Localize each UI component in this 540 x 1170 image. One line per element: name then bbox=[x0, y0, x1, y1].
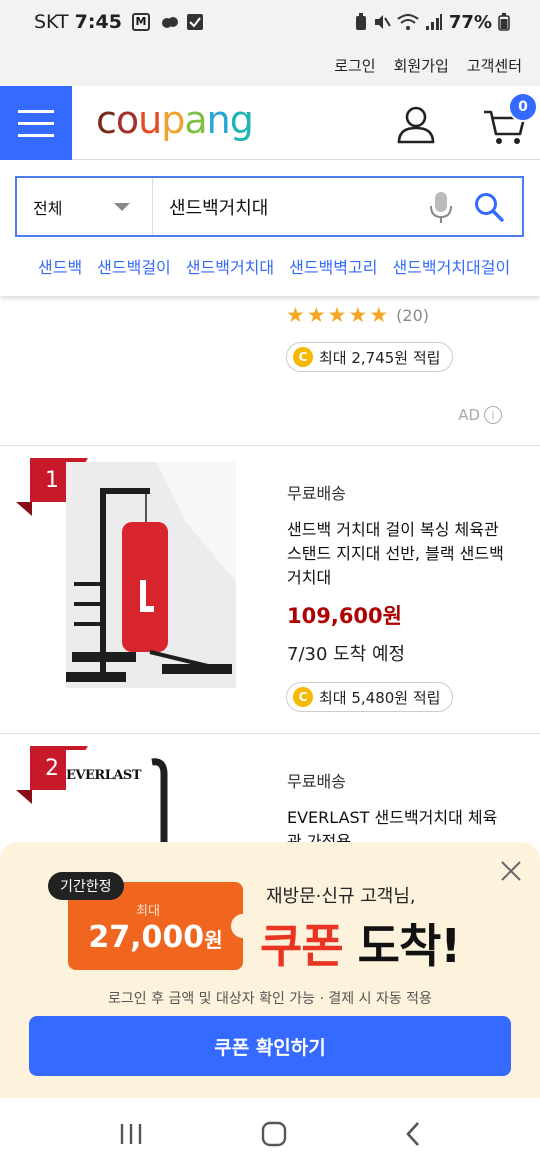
system-nav-bar bbox=[0, 1098, 540, 1170]
search-category-label: 전체 bbox=[33, 198, 63, 218]
mute-icon bbox=[374, 15, 391, 29]
star-icon: ★ bbox=[348, 303, 368, 327]
checkbox-notification-icon bbox=[186, 14, 203, 30]
product-price: 109,600원 bbox=[287, 604, 402, 628]
coupon-subtitle: 재방문·신규 고객님, bbox=[266, 886, 416, 907]
chevron-down-icon bbox=[114, 203, 130, 211]
suggestion-item[interactable]: 샌드백걸이 bbox=[97, 254, 171, 278]
battery-icon bbox=[498, 13, 510, 31]
product-card-ad[interactable]: ★ ★ ★ ★ ★ (20) C 최대 2,745원 적립 AD i bbox=[0, 296, 540, 446]
user-account-icon[interactable] bbox=[396, 104, 436, 144]
product-card[interactable]: 1 무료배송 샌드백 거치대 걸이 복싱 체육관 스탠드 지지대 선반, 블랙 … bbox=[0, 446, 540, 734]
menu-line-icon bbox=[18, 121, 54, 125]
star-icon: ★ bbox=[369, 303, 389, 327]
signal-icon bbox=[425, 14, 442, 30]
star-icon: ★ bbox=[306, 303, 326, 327]
menu-line-icon bbox=[18, 109, 54, 113]
status-bar: SKT 7:45 M 77% bbox=[0, 0, 540, 44]
close-icon[interactable] bbox=[500, 860, 522, 882]
coupang-logo[interactable]: coupang bbox=[96, 98, 254, 142]
recent-apps-icon[interactable] bbox=[118, 1122, 144, 1146]
clock: 7:45 bbox=[74, 11, 122, 33]
login-link[interactable]: 로그인 bbox=[334, 55, 375, 76]
rank-badge-fold bbox=[16, 790, 32, 804]
signup-link[interactable]: 회원가입 bbox=[394, 55, 449, 76]
search-category-select[interactable]: 전체 bbox=[17, 178, 153, 235]
search-area: 전체 샌드백거치대 샌드백 샌드백걸이 샌드백거치대 샌드백벽고리 샌드백거치대… bbox=[0, 160, 540, 296]
reward-text: 최대 5,480원 적립 bbox=[319, 688, 441, 707]
battery-percent: 77% bbox=[448, 11, 492, 33]
coupon-max-label: 최대 bbox=[136, 904, 160, 919]
arrival-date: 7/30 도착 예정 bbox=[287, 644, 406, 665]
customer-center-link[interactable]: 고객센터 bbox=[467, 55, 522, 76]
ad-label[interactable]: AD i bbox=[458, 406, 502, 424]
suggestion-item[interactable]: 샌드백 bbox=[38, 254, 82, 278]
utility-links: 로그인 회원가입 고객센터 bbox=[0, 44, 540, 86]
coupon-bottom-sheet: 기간한정 최대 27,000원 재방문·신규 고객님, 쿠폰 도착! 로그인 후… bbox=[0, 842, 540, 1098]
coupon-headline: 쿠폰 도착! bbox=[260, 919, 461, 973]
carrier-label: SKT bbox=[34, 11, 69, 33]
suggestion-item[interactable]: 샌드백거치대 bbox=[186, 254, 274, 278]
search-input[interactable]: 샌드백거치대 bbox=[153, 178, 428, 235]
rating-stars: ★ ★ ★ ★ ★ (20) bbox=[286, 304, 429, 326]
lock-notification-icon: M bbox=[131, 13, 150, 31]
punching-bag-stand-image bbox=[66, 462, 236, 688]
check-coupon-button[interactable]: 쿠폰 확인하기 bbox=[29, 1016, 511, 1076]
reward-text: 최대 2,745원 적립 bbox=[319, 348, 441, 367]
wifi-icon bbox=[397, 14, 419, 30]
info-icon: i bbox=[484, 406, 502, 424]
header: coupang bbox=[0, 86, 540, 160]
search-bar: 전체 샌드백거치대 bbox=[15, 176, 524, 237]
home-icon[interactable] bbox=[261, 1121, 287, 1147]
limited-time-tag: 기간한정 bbox=[48, 872, 124, 900]
free-shipping-label: 무료배송 bbox=[287, 772, 346, 791]
reward-badge: C 최대 2,745원 적립 bbox=[286, 342, 454, 372]
product-image[interactable] bbox=[66, 462, 236, 688]
coupon-amount: 27,000원 bbox=[88, 920, 223, 955]
suggestion-item[interactable]: 샌드백거치대걸이 bbox=[392, 254, 510, 278]
search-suggestions: 샌드백 샌드백걸이 샌드백거치대 샌드백벽고리 샌드백거치대걸이 bbox=[38, 254, 528, 278]
coin-icon: C bbox=[293, 687, 313, 707]
star-icon: ★ bbox=[286, 303, 305, 327]
menu-line-icon bbox=[18, 133, 54, 137]
search-icon[interactable] bbox=[474, 192, 504, 222]
reward-badge: C 최대 5,480원 적립 bbox=[286, 682, 454, 712]
suggestion-item[interactable]: 샌드백벽고리 bbox=[289, 254, 377, 278]
free-shipping-label: 무료배송 bbox=[287, 484, 346, 503]
back-icon[interactable] bbox=[404, 1121, 422, 1147]
product-name[interactable]: 샌드백 거치대 걸이 복싱 체육관 스탠드 지지대 선반, 블랙 샌드백 거치대 bbox=[287, 518, 507, 590]
coin-icon: C bbox=[293, 347, 313, 367]
battery-saver-icon bbox=[355, 13, 366, 30]
star-icon: ★ bbox=[327, 303, 347, 327]
coupon-note: 로그인 후 금액 및 대상자 확인 가능 · 결제 시 자동 적용 bbox=[108, 991, 432, 1007]
hamburger-menu-button[interactable] bbox=[0, 86, 72, 160]
rank-badge-fold bbox=[16, 502, 32, 516]
microphone-icon[interactable] bbox=[428, 190, 454, 224]
weather-icon bbox=[161, 17, 178, 28]
review-count: (20) bbox=[396, 305, 429, 325]
ad-text: AD bbox=[458, 406, 480, 424]
cart-count-badge: 0 bbox=[508, 92, 538, 122]
